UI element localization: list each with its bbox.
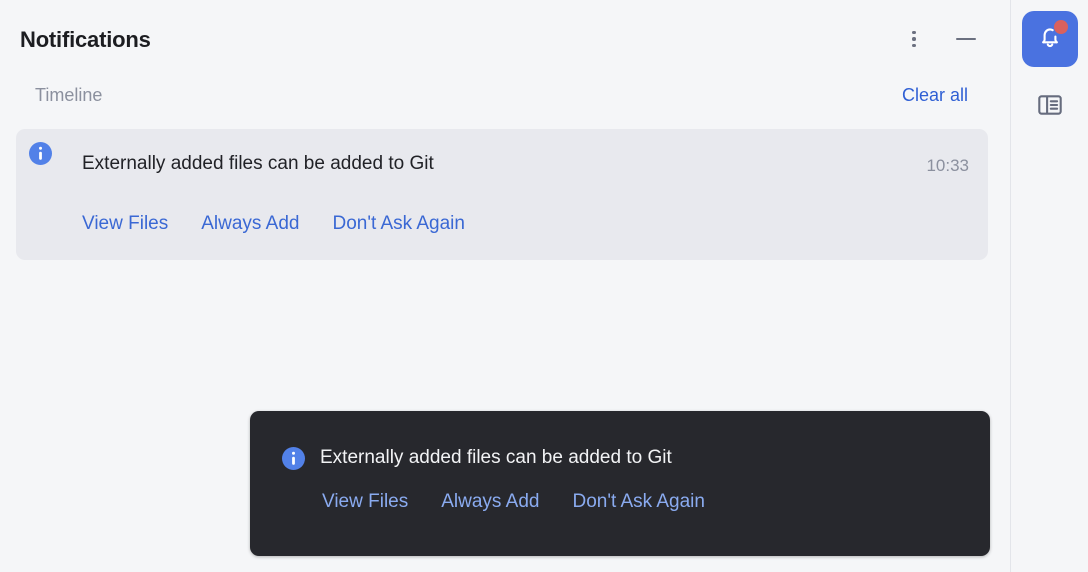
info-icon	[282, 447, 305, 470]
notification-actions: View Files Always Add Don't Ask Again	[82, 211, 465, 237]
panel-header: Notifications	[0, 0, 1011, 70]
panel-layout-icon	[1035, 90, 1065, 125]
notification-title: Externally added files can be added to G…	[82, 153, 434, 174]
minimize-button[interactable]	[949, 22, 983, 56]
more-options-button[interactable]	[897, 22, 931, 56]
always-add-link[interactable]: Always Add	[441, 489, 539, 515]
timeline-label: Timeline	[35, 85, 103, 105]
notifications-panel: Notifications Timeline Clear all Externa…	[0, 0, 1011, 572]
dont-ask-again-link[interactable]: Don't Ask Again	[572, 489, 705, 515]
tool-sidebar	[1012, 0, 1088, 572]
clear-all-button[interactable]: Clear all	[902, 82, 968, 108]
info-icon	[29, 142, 52, 165]
sidebar-item-notifications[interactable]	[1022, 11, 1078, 67]
dont-ask-again-link[interactable]: Don't Ask Again	[332, 211, 465, 237]
minimize-icon	[956, 37, 976, 41]
notification-timestamp: 10:33	[926, 156, 969, 175]
page-title: Notifications	[20, 27, 151, 52]
toast-notification[interactable]: Externally added files can be added to G…	[250, 411, 990, 556]
view-files-link[interactable]: View Files	[322, 489, 408, 515]
toast-actions: View Files Always Add Don't Ask Again	[322, 489, 705, 515]
more-vertical-icon	[912, 30, 916, 48]
notification-badge-dot	[1054, 20, 1068, 34]
timeline-section-header: Timeline Clear all	[0, 70, 1011, 126]
sidebar-item-panel-view[interactable]	[1022, 79, 1078, 135]
always-add-link[interactable]: Always Add	[201, 211, 299, 237]
toast-title: Externally added files can be added to G…	[320, 447, 672, 468]
view-files-link[interactable]: View Files	[82, 211, 168, 237]
notification-item[interactable]	[16, 129, 988, 260]
